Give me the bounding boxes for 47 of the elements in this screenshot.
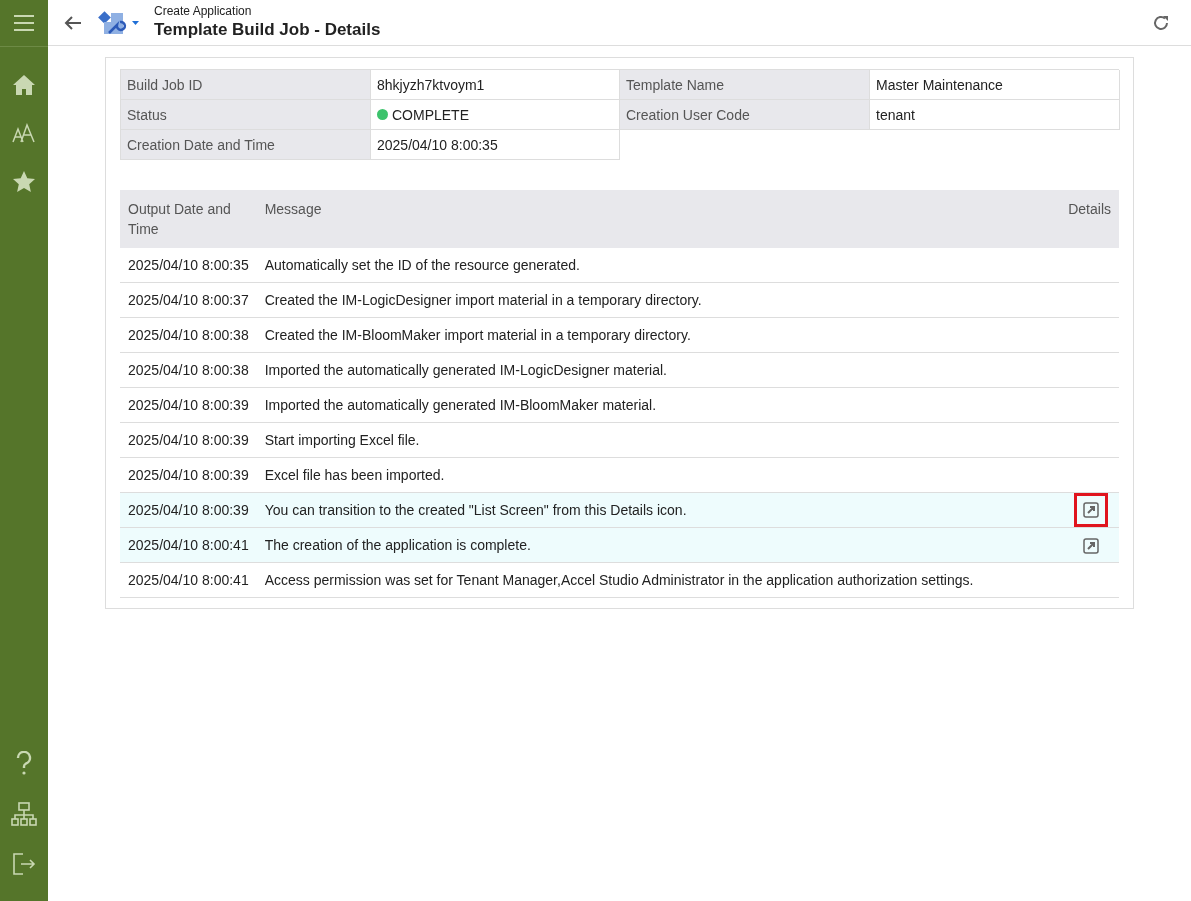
table-cell: Created the IM-LogicDesigner import material in a temporary directory. (256, 282, 1033, 318)
field-value: 2025/04/10 8:00:35 (371, 130, 620, 160)
app-icon[interactable] (98, 9, 140, 36)
column-header: Details (1033, 190, 1119, 248)
external-link-icon[interactable] (1083, 502, 1099, 518)
breadcrumb: Create Application (154, 3, 253, 18)
font-size-icon[interactable] (11, 123, 37, 143)
table-cell: Access permission was set for Tenant Manager,Accel Studio Administrator in the application authorization settings. (256, 562, 1033, 598)
table-cell: 2025/04/10 8:00:39 (120, 422, 257, 458)
help-icon[interactable] (16, 751, 32, 775)
refresh-icon[interactable] (1152, 13, 1170, 32)
field-label: Creation Date and Time (121, 130, 371, 160)
table-cell: 2025/04/10 8:00:39 (120, 387, 257, 423)
logout-icon[interactable] (12, 853, 36, 875)
table-cell: Start importing Excel file. (256, 422, 1033, 458)
table-cell: The creation of the application is complete. (256, 527, 1033, 563)
back-arrow-icon[interactable] (64, 14, 82, 31)
sitemap-icon[interactable] (11, 802, 37, 826)
table-cell: 2025/04/10 8:00:37 (120, 282, 257, 318)
field-label: Status (121, 100, 371, 130)
field-value: tenant (870, 100, 1120, 130)
page-title: Template Build Job - Details (154, 19, 381, 40)
column-header: Message (256, 190, 1033, 248)
home-icon[interactable] (12, 74, 36, 96)
column-header: Output Date and Time (120, 190, 257, 248)
field-value: Master Maintenance (870, 70, 1120, 100)
field-label: Template Name (620, 70, 870, 100)
table-cell: You can transition to the created "List Screen" from this Details icon. (256, 492, 1033, 528)
table-cell: Excel file has been imported. (256, 457, 1033, 493)
table-cell: 2025/04/10 8:00:38 (120, 352, 257, 388)
table-cell: 2025/04/10 8:00:41 (120, 527, 257, 563)
field-label: Creation User Code (620, 100, 870, 130)
table-cell: Imported the automatically generated IM-BloomMaker material. (256, 387, 1033, 423)
field-label: Build Job ID (121, 70, 371, 100)
table-cell: 2025/04/10 8:00:39 (120, 457, 257, 493)
table-cell: 2025/04/10 8:00:39 (120, 492, 257, 528)
table-cell: Imported the automatically generated IM-LogicDesigner material. (256, 352, 1033, 388)
table-cell: Automatically set the ID of the resource generated. (256, 248, 1033, 283)
table-cell: 2025/04/10 8:00:35 (120, 248, 257, 283)
external-link-icon[interactable] (1083, 537, 1099, 554)
table-cell: Created the IM-BloomMaker import material in a temporary directory. (256, 317, 1033, 353)
field-value: 8hkjyzh7ktvoym1 (371, 70, 620, 100)
table-cell: 2025/04/10 8:00:38 (120, 317, 257, 353)
field-value: COMPLETE (371, 100, 620, 130)
table-cell: 2025/04/10 8:00:41 (120, 562, 257, 598)
star-icon[interactable] (12, 170, 36, 194)
menu-icon[interactable] (13, 14, 35, 32)
